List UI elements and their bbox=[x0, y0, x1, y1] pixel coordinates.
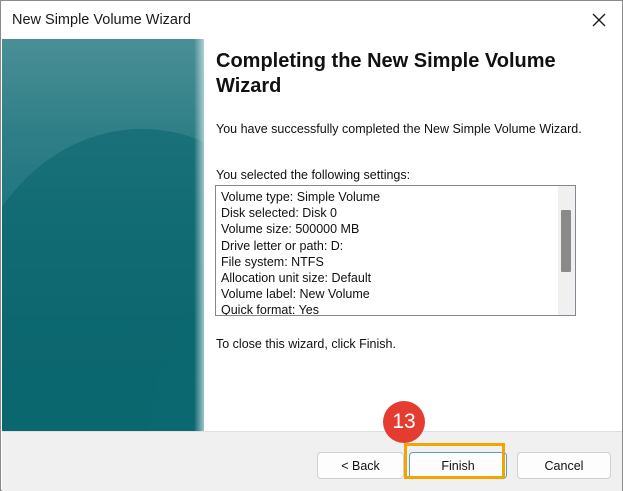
finish-button[interactable]: Finish bbox=[409, 452, 507, 479]
setting-line: Drive letter or path: D: bbox=[221, 238, 344, 253]
title-bar: New Simple Volume Wizard bbox=[1, 1, 622, 39]
scrollbar-thumb[interactable] bbox=[561, 210, 571, 272]
setting-line: Disk selected: Disk 0 bbox=[221, 206, 338, 221]
wizard-content: Completing the New Simple Volume Wizard … bbox=[204, 39, 622, 431]
step-number-badge: 13 bbox=[383, 401, 425, 443]
setting-line: Volume type: Simple Volume bbox=[221, 190, 381, 204]
settings-scrollbar[interactable] bbox=[558, 186, 575, 315]
close-button[interactable] bbox=[577, 3, 621, 37]
button-bar: < Back Finish Cancel bbox=[2, 431, 622, 491]
wizard-side-banner bbox=[2, 39, 204, 431]
wizard-window: New Simple Volume Wizard Completing the … bbox=[0, 0, 623, 491]
setting-line: Volume label: New Volume bbox=[221, 287, 370, 302]
selected-settings-label: You selected the following settings: bbox=[216, 168, 411, 182]
setting-line: Quick format: Yes bbox=[221, 303, 319, 316]
close-instruction-text: To close this wizard, click Finish. bbox=[216, 337, 396, 351]
setting-line: Volume size: 500000 MB bbox=[221, 222, 360, 237]
window-title: New Simple Volume Wizard bbox=[12, 12, 191, 28]
settings-lines: Volume type: Simple Volume Disk selected… bbox=[221, 189, 551, 316]
back-button[interactable]: < Back bbox=[317, 452, 404, 479]
page-heading: Completing the New Simple Volume Wizard bbox=[216, 50, 556, 97]
settings-list-box[interactable]: Volume type: Simple Volume Disk selected… bbox=[215, 185, 576, 316]
setting-line: File system: NTFS bbox=[221, 254, 324, 269]
close-icon bbox=[592, 13, 606, 27]
setting-line: Allocation unit size: Default bbox=[221, 271, 372, 286]
success-text: You have successfully completed the New … bbox=[216, 122, 582, 136]
cancel-button[interactable]: Cancel bbox=[517, 452, 611, 479]
side-banner-edge bbox=[194, 39, 204, 431]
